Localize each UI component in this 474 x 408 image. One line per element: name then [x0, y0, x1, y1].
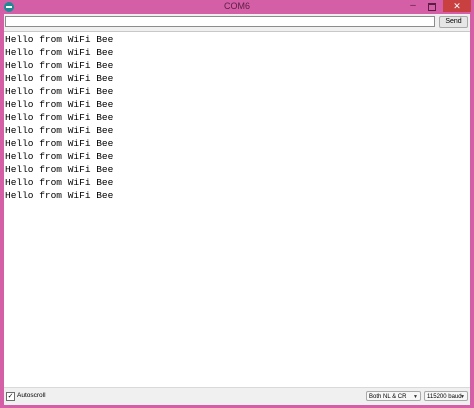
serial-input[interactable] — [5, 16, 435, 27]
output-line: Hello from WiFi Bee — [5, 164, 114, 175]
output-line: Hello from WiFi Bee — [5, 177, 114, 188]
chevron-down-icon: ▼ — [413, 394, 418, 400]
output-line: Hello from WiFi Bee — [5, 151, 114, 162]
baud-rate-select[interactable]: 115200 baud ▼ — [424, 391, 468, 401]
output-line: Hello from WiFi Bee — [5, 112, 114, 123]
output-line: Hello from WiFi Bee — [5, 73, 114, 84]
client-area: Send Hello from WiFi Bee Hello from WiFi … — [4, 14, 470, 405]
maximize-button[interactable] — [423, 0, 441, 12]
close-button[interactable]: ✕ — [443, 0, 471, 12]
serial-output[interactable]: Hello from WiFi Bee Hello from WiFi Bee He… — [4, 31, 470, 402]
status-bar: ✓ Autoscroll Both NL & CR ▼ 115200 baud … — [4, 387, 470, 405]
autoscroll-label: Autoscroll — [17, 392, 46, 399]
chevron-down-icon: ▼ — [460, 394, 465, 400]
output-line: Hello from WiFi Bee — [5, 86, 114, 97]
output-line: Hello from WiFi Bee — [5, 60, 114, 71]
output-line: Hello from WiFi Bee — [5, 125, 114, 136]
baud-rate-value: 115200 baud — [427, 394, 462, 400]
output-line: Hello from WiFi Bee — [5, 47, 114, 58]
line-ending-select[interactable]: Both NL & CR ▼ — [366, 391, 421, 401]
output-line: Hello from WiFi Bee — [5, 138, 114, 149]
line-ending-value: Both NL & CR — [369, 394, 407, 400]
output-line: Hello from WiFi Bee — [5, 190, 114, 201]
autoscroll-checkbox[interactable]: ✓ — [6, 392, 15, 401]
window-title: COM6 — [223, 1, 250, 11]
output-line: Hello from WiFi Bee — [5, 99, 114, 110]
minimize-button[interactable]: – — [404, 0, 422, 12]
maximize-icon — [428, 3, 436, 11]
send-button[interactable]: Send — [439, 16, 468, 28]
title-bar[interactable]: COM6 – ✕ — [0, 0, 474, 14]
output-line: Hello from WiFi Bee — [5, 34, 114, 45]
serial-monitor-window: COM6 – ✕ Send Hello from WiFi Bee Hello f… — [0, 0, 474, 408]
output-lines: Hello from WiFi Bee Hello from WiFi Bee He… — [4, 32, 470, 202]
